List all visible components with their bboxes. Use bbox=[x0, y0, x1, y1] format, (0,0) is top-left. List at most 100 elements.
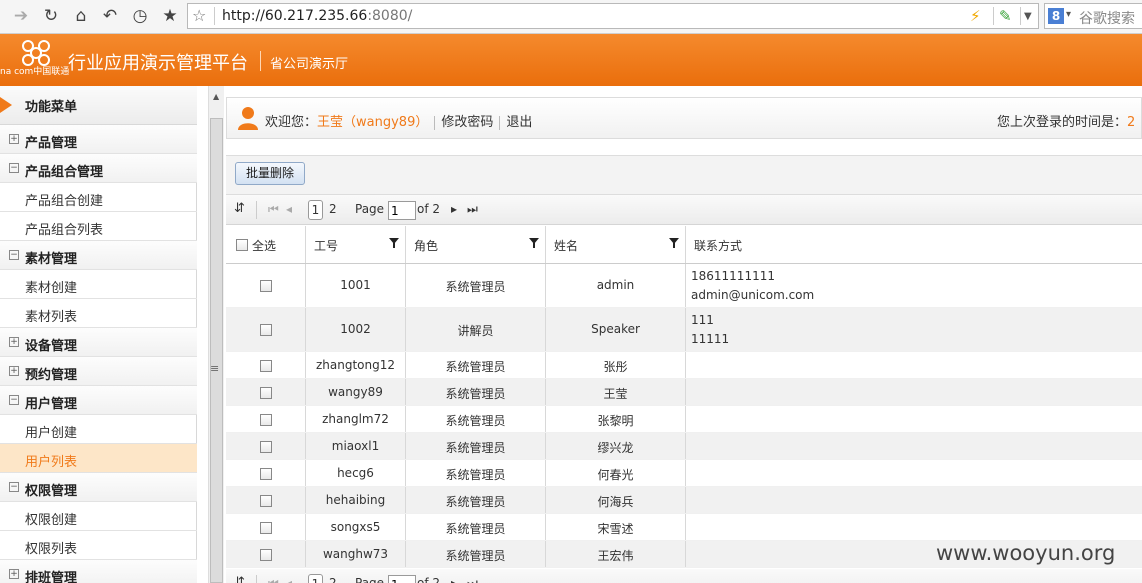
row-checkbox[interactable] bbox=[260, 549, 272, 561]
next-page-icon[interactable]: ▸ bbox=[451, 576, 457, 583]
chevron-down-icon[interactable]: ▾ bbox=[1066, 9, 1071, 20]
undo-icon[interactable]: ↶ bbox=[99, 5, 121, 27]
sidebar-item[interactable]: 权限创建 bbox=[0, 502, 197, 531]
sidebar-item[interactable]: − 用户管理 bbox=[0, 386, 197, 415]
sidebar-item[interactable]: + 预约管理 bbox=[0, 357, 197, 386]
table-row[interactable]: zhangtong12 系统管理员 张彤 bbox=[226, 352, 1142, 379]
cell-contact bbox=[686, 460, 1142, 486]
first-page-icon[interactable]: ⏮ bbox=[268, 576, 279, 583]
favorite-star-icon[interactable]: ☆ bbox=[192, 6, 206, 25]
forward-icon[interactable]: ➔ bbox=[10, 5, 32, 27]
last-page-icon[interactable]: ⏭ bbox=[467, 202, 478, 217]
table-row[interactable]: hecg6 系统管理员 何春光 bbox=[226, 460, 1142, 487]
refresh-icon[interactable]: ⇵ bbox=[234, 201, 245, 216]
scrollbar-thumb[interactable] bbox=[210, 118, 223, 583]
collapse-icon[interactable]: − bbox=[9, 482, 19, 492]
page-1-button[interactable]: 1 bbox=[308, 574, 323, 583]
table-row[interactable]: songxs5 系统管理员 宋雪述 bbox=[226, 514, 1142, 541]
extension-icon[interactable]: ✎ bbox=[999, 7, 1012, 25]
row-checkbox[interactable] bbox=[260, 522, 272, 534]
header-emp-id[interactable]: 工号 bbox=[306, 226, 406, 263]
table-row[interactable]: wangy89 系统管理员 王莹 bbox=[226, 379, 1142, 406]
history-icon[interactable]: ◷ bbox=[129, 5, 151, 27]
scroll-up-icon[interactable]: ▲ bbox=[213, 92, 219, 101]
lightning-icon[interactable]: ⚡ bbox=[970, 7, 981, 25]
row-checkbox[interactable] bbox=[260, 280, 272, 292]
row-checkbox[interactable] bbox=[260, 441, 272, 453]
home-icon[interactable]: ⌂ bbox=[70, 5, 92, 27]
last-page-icon[interactable]: ⏭ bbox=[467, 576, 478, 583]
page-2-button[interactable]: 2 bbox=[329, 576, 337, 583]
cell-text: wanghw73 bbox=[322, 547, 389, 561]
sidebar-item[interactable]: + 产品管理 bbox=[0, 125, 197, 154]
address-bar[interactable]: ☆ http://60.217.235.66:8080/ ⚡ ✎ ▼ bbox=[187, 3, 1039, 29]
expand-icon[interactable]: + bbox=[9, 337, 19, 347]
cell-name: 张彤 bbox=[546, 352, 686, 378]
table-row[interactable]: 1002 讲解员 Speaker 111 11111 bbox=[226, 308, 1142, 352]
cell-emp_id: miaoxl1 bbox=[306, 433, 406, 459]
search-engine-icon[interactable]: 8 bbox=[1048, 8, 1064, 24]
expand-icon[interactable]: + bbox=[9, 134, 19, 144]
header-role[interactable]: 角色 bbox=[406, 226, 546, 263]
row-checkbox[interactable] bbox=[260, 387, 272, 399]
sidebar-item[interactable]: − 素材管理 bbox=[0, 241, 197, 270]
prev-page-icon[interactable]: ◂ bbox=[286, 202, 292, 216]
sidebar: 功能菜单 + 产品管理 − 产品组合管理 产品组合创建 产品组合列表 − 素材管理 素材创建 素材… bbox=[0, 86, 197, 583]
reload-icon[interactable]: ↻ bbox=[40, 5, 62, 27]
prev-page-icon[interactable]: ◂ bbox=[286, 576, 292, 583]
collapse-icon[interactable]: − bbox=[9, 250, 19, 260]
page-number-input[interactable] bbox=[388, 201, 416, 220]
cell-text: 1002 bbox=[340, 322, 371, 336]
change-password-link[interactable]: 修改密码 bbox=[441, 115, 493, 130]
table-row[interactable]: miaoxl1 系统管理员 缪兴龙 bbox=[226, 433, 1142, 460]
row-checkbox[interactable] bbox=[260, 324, 272, 336]
sidebar-item[interactable]: 权限列表 bbox=[0, 531, 197, 560]
url-text[interactable]: http://60.217.235.66:8080/ bbox=[222, 8, 412, 24]
sidebar-item-label: 素材管理 bbox=[25, 252, 78, 267]
next-page-icon[interactable]: ▸ bbox=[451, 202, 457, 216]
header-name[interactable]: 姓名 bbox=[546, 226, 686, 263]
refresh-icon[interactable]: ⇵ bbox=[234, 575, 245, 583]
sidebar-item[interactable]: 用户创建 bbox=[0, 415, 197, 444]
sidebar-item[interactable]: − 产品组合管理 bbox=[0, 154, 197, 183]
sidebar-item[interactable]: + 设备管理 bbox=[0, 328, 197, 357]
search-box[interactable]: 8 ▾ 谷歌搜索 bbox=[1044, 3, 1142, 29]
page-1-button[interactable]: 1 bbox=[308, 200, 323, 220]
expand-icon[interactable]: + bbox=[9, 366, 19, 376]
cell-text: 系统管理员 bbox=[445, 360, 506, 374]
sidebar-item[interactable]: 用户列表 bbox=[0, 444, 197, 473]
sidebar-item[interactable]: 产品组合列表 bbox=[0, 212, 197, 241]
collapse-icon[interactable]: − bbox=[9, 163, 19, 173]
first-page-icon[interactable]: ⏮ bbox=[268, 202, 279, 217]
sidebar-scrollbar[interactable]: ▲ bbox=[208, 86, 224, 583]
row-checkbox[interactable] bbox=[260, 468, 272, 480]
dropdown-icon[interactable]: ▼ bbox=[1024, 11, 1032, 22]
header-select-all[interactable]: 全选 bbox=[226, 226, 306, 263]
table-row[interactable]: zhanglm72 系统管理员 张黎明 bbox=[226, 406, 1142, 433]
page-2-button[interactable]: 2 bbox=[329, 202, 337, 216]
table-row[interactable]: 1001 系统管理员 admin 18611111111 admin@unicom.co… bbox=[226, 264, 1142, 308]
row-checkbox[interactable] bbox=[260, 495, 272, 507]
row-checkbox[interactable] bbox=[260, 414, 272, 426]
splitter-grip-icon[interactable]: ≡ bbox=[210, 362, 219, 375]
sidebar-item[interactable]: + 排班管理 bbox=[0, 560, 197, 583]
expand-icon[interactable]: + bbox=[9, 569, 19, 579]
bookmark-star-icon[interactable]: ★ bbox=[159, 5, 181, 27]
logout-link[interactable]: 退出 bbox=[506, 115, 532, 130]
row-select-cell bbox=[226, 541, 306, 567]
row-checkbox[interactable] bbox=[260, 360, 272, 372]
cell-text: 系统管理员 bbox=[445, 280, 506, 294]
select-all-checkbox[interactable] bbox=[236, 239, 248, 251]
collapse-icon[interactable]: − bbox=[9, 395, 19, 405]
sidebar-item[interactable]: − 权限管理 bbox=[0, 473, 197, 502]
row-select-cell bbox=[226, 264, 306, 307]
sidebar-item[interactable]: 素材列表 bbox=[0, 299, 197, 328]
page-number-input[interactable] bbox=[388, 575, 416, 583]
cell-text: zhangtong12 bbox=[315, 358, 396, 372]
table-row[interactable]: hehaibing 系统管理员 何海兵 bbox=[226, 487, 1142, 514]
sidebar-item[interactable]: 产品组合创建 bbox=[0, 183, 197, 212]
batch-delete-button[interactable]: 批量删除 bbox=[235, 162, 306, 185]
header-contact[interactable]: 联系方式 bbox=[686, 226, 1142, 263]
cell-role: 系统管理员 bbox=[406, 487, 546, 513]
sidebar-item[interactable]: 素材创建 bbox=[0, 270, 197, 299]
